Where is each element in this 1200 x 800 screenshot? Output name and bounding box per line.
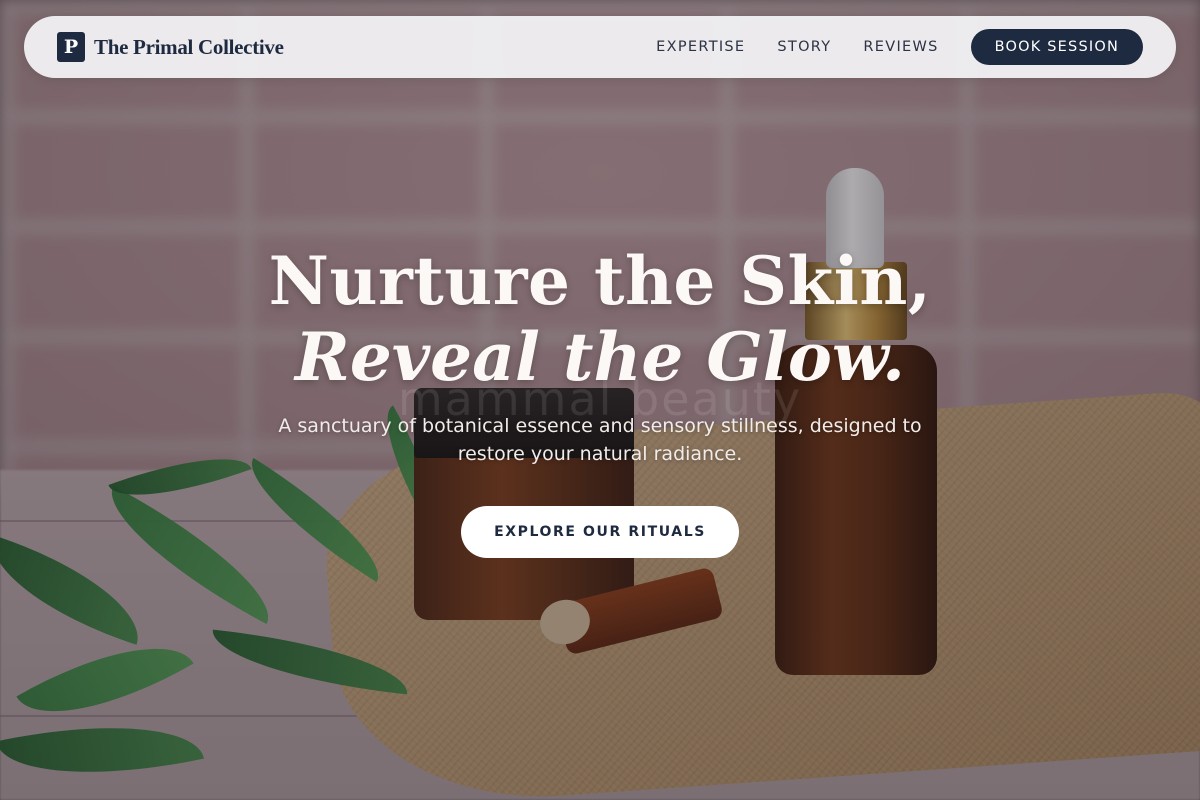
explore-rituals-button[interactable]: EXPLORE OUR RITUALS [461,506,739,558]
logo-icon[interactable]: P [57,32,85,62]
brand-name[interactable]: The Primal Collective [94,35,284,60]
hero-subtext: A sanctuary of botanical essence and sen… [278,415,922,465]
hero-content: Nurture the Skin, Reveal the Glow. A san… [0,240,1200,558]
nav-link-story[interactable]: STORY [777,39,831,55]
nav-links: EXPERTISE STORY REVIEWS BOOK SESSION [656,29,1143,65]
top-navbar: P The Primal Collective EXPERTISE STORY … [24,16,1176,78]
hero-headline-line1: Nurture the Skin, [268,242,932,320]
nav-link-reviews[interactable]: REVIEWS [863,39,938,55]
hero-headline-line2: Reveal the Glow. [294,318,906,396]
book-session-button[interactable]: BOOK SESSION [970,29,1143,65]
nav-link-expertise[interactable]: EXPERTISE [656,39,745,55]
